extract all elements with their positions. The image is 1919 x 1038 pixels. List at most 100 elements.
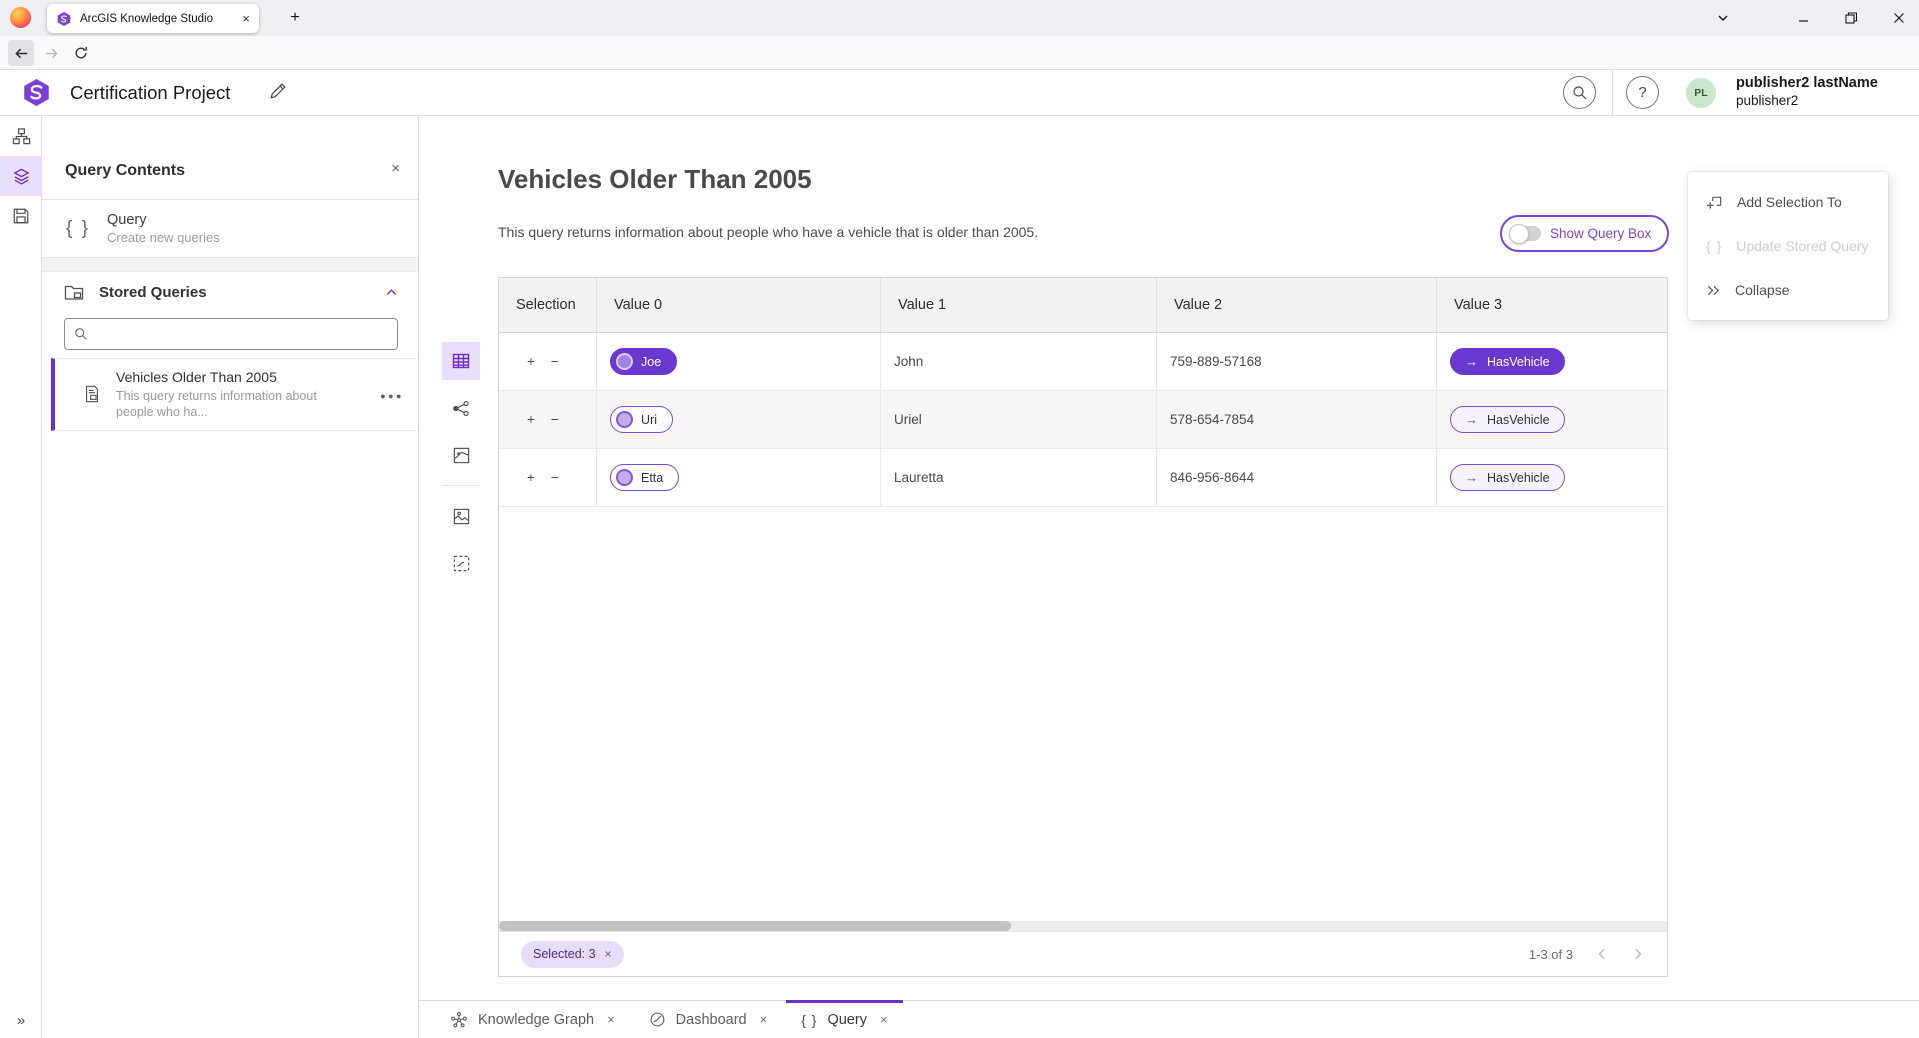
list-tabs-chevron-icon[interactable] xyxy=(1706,0,1740,36)
column-header: Value 3 xyxy=(1437,278,1667,332)
search-icon xyxy=(74,327,88,341)
cell-value: 578-654-7854 xyxy=(1157,391,1437,448)
tab-knowledge-graph[interactable]: Knowledge Graph × xyxy=(433,1001,632,1038)
link-chart-view-button[interactable] xyxy=(442,389,480,427)
app-logo-icon xyxy=(21,77,52,108)
pagination-range: 1-3 of 3 xyxy=(1529,947,1573,962)
show-query-box-toggle[interactable]: Show Query Box xyxy=(1500,215,1669,252)
column-header: Selection xyxy=(499,278,597,332)
column-header: Value 0 xyxy=(597,278,881,332)
view-switcher-rail xyxy=(442,342,480,582)
relationship-pill[interactable]: →HasVehicle xyxy=(1450,406,1565,433)
back-button[interactable] xyxy=(8,40,34,66)
new-tab-button[interactable]: + xyxy=(283,6,307,30)
relationship-pill[interactable]: →HasVehicle xyxy=(1450,348,1565,375)
search-input[interactable] xyxy=(95,327,388,342)
stored-queries-title: Stored Queries xyxy=(99,284,370,301)
image-view-button[interactable] xyxy=(442,497,480,535)
add-to-selection-button[interactable]: + xyxy=(527,470,535,485)
stored-query-item[interactable]: Vehicles Older Than 2005 This query retu… xyxy=(51,358,418,431)
close-window-button[interactable] xyxy=(1882,0,1916,36)
selection-context-menu: Add Selection To { } Update Stored Query… xyxy=(1688,172,1888,320)
clear-selection-icon[interactable]: × xyxy=(605,947,612,961)
entity-pill[interactable]: Etta xyxy=(610,464,679,491)
entity-pill[interactable]: Joe xyxy=(610,348,677,375)
cell-value: John xyxy=(881,333,1157,390)
tab-close-icon[interactable]: × xyxy=(242,12,250,25)
forward-button[interactable] xyxy=(38,40,64,66)
stored-item-title: Vehicles Older Than 2005 xyxy=(116,369,334,385)
firefox-logo-icon[interactable] xyxy=(10,7,31,28)
restore-window-button[interactable] xyxy=(1834,0,1868,36)
tab-query[interactable]: { } Query × xyxy=(784,1001,904,1038)
knowledge-graph-icon xyxy=(450,1011,468,1029)
selection-view-button[interactable] xyxy=(442,544,480,582)
user-name-block[interactable]: publisher2 lastName publisher2 xyxy=(1736,75,1878,109)
entity-dot-icon xyxy=(616,411,633,428)
entity-dot-icon xyxy=(616,353,633,370)
braces-icon: { } xyxy=(66,218,90,240)
selected-count-chip[interactable]: Selected: 3 × xyxy=(521,941,624,968)
stored-queries-header[interactable]: Stored Queries xyxy=(42,272,418,312)
stored-queries-search[interactable] xyxy=(64,318,398,350)
content-tab-bar: Knowledge Graph × Dashboard × { } Query … xyxy=(419,1000,1919,1038)
edit-title-pencil-icon[interactable] xyxy=(268,82,290,104)
left-icon-rail: » xyxy=(0,116,42,1038)
horizontal-scrollbar[interactable] xyxy=(499,921,1667,931)
cell-value: Uriel xyxy=(881,391,1157,448)
table-row: + − Uri Uriel 578-654-7854 →HasVehicle xyxy=(499,391,1667,449)
scrollbar-thumb[interactable] xyxy=(499,921,1011,931)
table-row: + − Joe John 759-889-57168 →HasVehicle xyxy=(499,333,1667,391)
search-button[interactable] xyxy=(1563,76,1596,109)
query-create-item[interactable]: { } Query Create new queries xyxy=(42,200,418,258)
remove-from-selection-button[interactable]: − xyxy=(551,412,559,427)
entity-pill[interactable]: Uri xyxy=(610,406,673,433)
minimize-button[interactable] xyxy=(1786,0,1820,36)
cell-value: 846-956-8644 xyxy=(1157,449,1437,506)
menu-item-collapse[interactable]: Collapse xyxy=(1688,268,1888,312)
sidebar-item-model[interactable] xyxy=(0,116,42,156)
app-header: Certification Project ? PL publisher2 la… xyxy=(0,70,1919,116)
entity-dot-icon xyxy=(616,469,633,486)
menu-item-update-stored-query: { } Update Stored Query xyxy=(1688,224,1888,268)
selected-count-label: Selected: 3 xyxy=(533,947,596,961)
help-button[interactable]: ? xyxy=(1626,76,1659,109)
item-options-ellipsis-icon[interactable]: ●●● xyxy=(380,391,404,401)
browser-toolbar: https://dev0028833.esri.com/portal/apps/… xyxy=(0,36,1919,70)
cell-value: 759-889-57168 xyxy=(1157,333,1437,390)
page-description: This query returns information about peo… xyxy=(498,224,1038,240)
cell-value: Lauretta xyxy=(881,449,1157,506)
query-item-subtitle: Create new queries xyxy=(107,230,220,245)
browser-tab[interactable]: ArcGIS Knowledge Studio × xyxy=(47,4,259,33)
tab-close-icon[interactable]: × xyxy=(760,1012,768,1027)
browser-tab-title: ArcGIS Knowledge Studio xyxy=(80,13,234,25)
sidebar-item-contents[interactable] xyxy=(0,156,42,196)
avatar[interactable]: PL xyxy=(1686,78,1716,108)
tab-dashboard[interactable]: Dashboard × xyxy=(632,1001,785,1038)
tab-close-icon[interactable]: × xyxy=(880,1012,888,1027)
tab-close-icon[interactable]: × xyxy=(607,1012,615,1027)
panel-close-icon[interactable]: × xyxy=(391,160,400,177)
query-item-title: Query xyxy=(107,212,220,228)
table-header-row: Selection Value 0 Value 1 Value 2 Value … xyxy=(499,278,1667,333)
add-to-selection-button[interactable]: + xyxy=(527,354,535,369)
arrow-right-icon: → xyxy=(1465,413,1478,426)
sidebar-item-save[interactable] xyxy=(0,196,42,236)
relationship-pill[interactable]: →HasVehicle xyxy=(1450,464,1565,491)
expand-rail-icon[interactable]: » xyxy=(0,1008,42,1032)
page-title: Vehicles Older Than 2005 xyxy=(498,164,812,195)
reload-button[interactable] xyxy=(68,40,94,66)
remove-from-selection-button[interactable]: − xyxy=(551,470,559,485)
braces-icon: { } xyxy=(1706,238,1722,254)
project-title: Certification Project xyxy=(70,82,230,104)
chevron-up-icon[interactable] xyxy=(385,286,398,299)
menu-item-add-selection-to[interactable]: Add Selection To xyxy=(1688,180,1888,224)
next-page-button[interactable] xyxy=(1631,947,1645,961)
column-header: Value 1 xyxy=(881,278,1157,332)
table-view-button[interactable] xyxy=(442,342,480,380)
add-to-selection-button[interactable]: + xyxy=(527,412,535,427)
map-view-button[interactable] xyxy=(442,436,480,474)
toggle-switch[interactable] xyxy=(1511,226,1541,241)
remove-from-selection-button[interactable]: − xyxy=(551,354,559,369)
previous-page-button[interactable] xyxy=(1595,947,1609,961)
